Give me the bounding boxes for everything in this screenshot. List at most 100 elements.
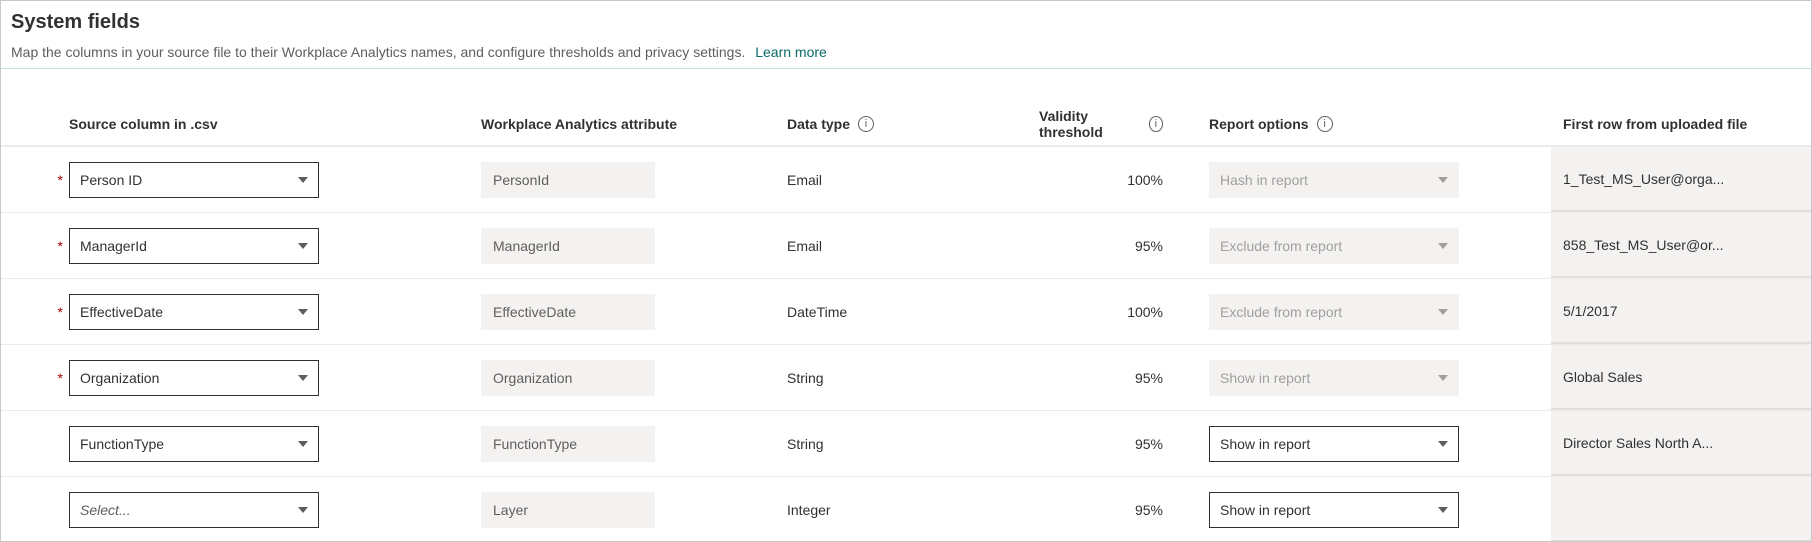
source-column-dropdown[interactable]: ManagerId <box>69 228 319 264</box>
chevron-down-icon <box>1438 441 1448 447</box>
validity-cell: 100% <box>1027 172 1197 188</box>
data-type-cell: Email <box>775 172 1027 188</box>
attribute-value: Organization <box>481 360 655 396</box>
source-column-cell: ManagerId <box>69 228 469 264</box>
validity-value: 100% <box>1127 172 1163 188</box>
required-indicator: * <box>1 172 69 188</box>
report-column-header: Report options i <box>1197 116 1551 132</box>
chevron-down-icon <box>298 309 308 315</box>
chevron-down-icon <box>298 507 308 513</box>
required-indicator: * <box>1 238 69 254</box>
source-column-header: Source column in .csv <box>69 116 469 132</box>
data-type-cell: DateTime <box>775 304 1027 320</box>
chevron-down-icon <box>298 177 308 183</box>
validity-value: 100% <box>1127 304 1163 320</box>
attribute-cell: PersonId <box>469 162 775 198</box>
data-type-value: Email <box>787 238 822 254</box>
first-row-cell: Director Sales North A... <box>1551 411 1811 476</box>
validity-value: 95% <box>1135 238 1163 254</box>
report-options-dropdown: Show in report <box>1209 360 1459 396</box>
first-row-cell: 1_Test_MS_User@orga... <box>1551 147 1811 212</box>
source-column-dropdown[interactable]: Person ID <box>69 162 319 198</box>
data-type-value: Integer <box>787 502 831 518</box>
info-icon[interactable]: i <box>858 116 874 132</box>
validity-cell: 95% <box>1027 502 1197 518</box>
chevron-down-icon <box>298 243 308 249</box>
learn-more-link[interactable]: Learn more <box>755 44 827 60</box>
validity-cell: 95% <box>1027 436 1197 452</box>
chevron-down-icon <box>298 375 308 381</box>
report-options-dropdown[interactable]: Show in report <box>1209 426 1459 462</box>
required-indicator: * <box>1 370 69 386</box>
source-column-cell: Select... <box>69 492 469 528</box>
section-title: System fields <box>11 11 1801 34</box>
source-column-cell: FunctionType <box>69 426 469 462</box>
data-type-column-header: Data type i <box>775 116 1027 132</box>
dropdown-label: Show in report <box>1220 436 1310 452</box>
dropdown-label: Show in report <box>1220 502 1310 518</box>
attribute-cell: Organization <box>469 360 775 396</box>
report-options-cell: Show in report <box>1197 360 1551 396</box>
chevron-down-icon <box>1438 309 1448 315</box>
data-type-value: String <box>787 370 824 386</box>
first-row-cell: Global Sales <box>1551 345 1811 410</box>
dropdown-label: ManagerId <box>80 238 147 254</box>
source-column-dropdown[interactable]: Organization <box>69 360 319 396</box>
first-row-value: 5/1/2017 <box>1563 303 1618 319</box>
source-column-dropdown[interactable]: EffectiveDate <box>69 294 319 330</box>
report-options-cell: Hash in report <box>1197 162 1551 198</box>
data-type-value: DateTime <box>787 304 847 320</box>
attribute-value: ManagerId <box>481 228 655 264</box>
chevron-down-icon <box>1438 243 1448 249</box>
chevron-down-icon <box>1438 177 1448 183</box>
chevron-down-icon <box>1438 507 1448 513</box>
table-row: * ManagerId ManagerId Email 95% Exclude from … <box>1 213 1811 279</box>
validity-value: 95% <box>1135 370 1163 386</box>
first-row-cell: 5/1/2017 <box>1551 279 1811 344</box>
attribute-cell: Layer <box>469 492 775 528</box>
first-row-cell <box>1551 477 1811 542</box>
table-row: Select... Layer Integer 95% Show in report <box>1 477 1811 542</box>
dropdown-label: Person ID <box>80 172 142 188</box>
data-type-cell: String <box>775 436 1027 452</box>
dropdown-label: Organization <box>80 370 159 386</box>
validity-cell: 100% <box>1027 304 1197 320</box>
first-row-value: Director Sales North A... <box>1563 435 1713 451</box>
dropdown-label: Exclude from report <box>1220 238 1342 254</box>
table-row: * Organization Organization String 95% Show i… <box>1 345 1811 411</box>
source-column-dropdown[interactable]: FunctionType <box>69 426 319 462</box>
report-options-cell: Exclude from report <box>1197 294 1551 330</box>
validity-cell: 95% <box>1027 370 1197 386</box>
report-options-cell: Show in report <box>1197 492 1551 528</box>
info-icon[interactable]: i <box>1317 116 1333 132</box>
panel-header: System fields Map the columns in your so… <box>1 11 1811 69</box>
first-row-cell: 858_Test_MS_User@or... <box>1551 213 1811 278</box>
table-row: FunctionType FunctionType String 95% Show in… <box>1 411 1811 477</box>
report-options-dropdown: Exclude from report <box>1209 294 1459 330</box>
report-options-dropdown[interactable]: Show in report <box>1209 492 1459 528</box>
source-column-dropdown[interactable]: Select... <box>69 492 319 528</box>
info-icon[interactable]: i <box>1149 116 1163 132</box>
table-row: *EffectiveDateEffectiveDateDateTime100%E… <box>1 279 1811 345</box>
source-column-cell: Organization <box>69 360 469 396</box>
source-column-cell: Person ID <box>69 162 469 198</box>
report-options-dropdown: Hash in report <box>1209 162 1459 198</box>
fields-table: Source column in .csv Workplace Analytic… <box>1 69 1811 542</box>
attribute-value: Layer <box>481 492 655 528</box>
chevron-down-icon <box>1438 375 1448 381</box>
attribute-value: EffectiveDate <box>481 294 655 330</box>
dropdown-label: Show in report <box>1220 370 1310 386</box>
dropdown-label: EffectiveDate <box>80 304 163 320</box>
data-type-value: Email <box>787 172 822 188</box>
report-options-cell: Show in report <box>1197 426 1551 462</box>
validity-value: 95% <box>1135 502 1163 518</box>
system-fields-panel: System fields Map the columns in your so… <box>0 0 1812 542</box>
attribute-column-header: Workplace Analytics attribute <box>469 116 775 132</box>
validity-value: 95% <box>1135 436 1163 452</box>
dropdown-label: Hash in report <box>1220 172 1308 188</box>
attribute-value: PersonId <box>481 162 655 198</box>
dropdown-label: Select... <box>80 502 131 518</box>
first-row-column-header: First row from uploaded file <box>1551 103 1811 145</box>
data-type-cell: Integer <box>775 502 1027 518</box>
attribute-value: FunctionType <box>481 426 655 462</box>
